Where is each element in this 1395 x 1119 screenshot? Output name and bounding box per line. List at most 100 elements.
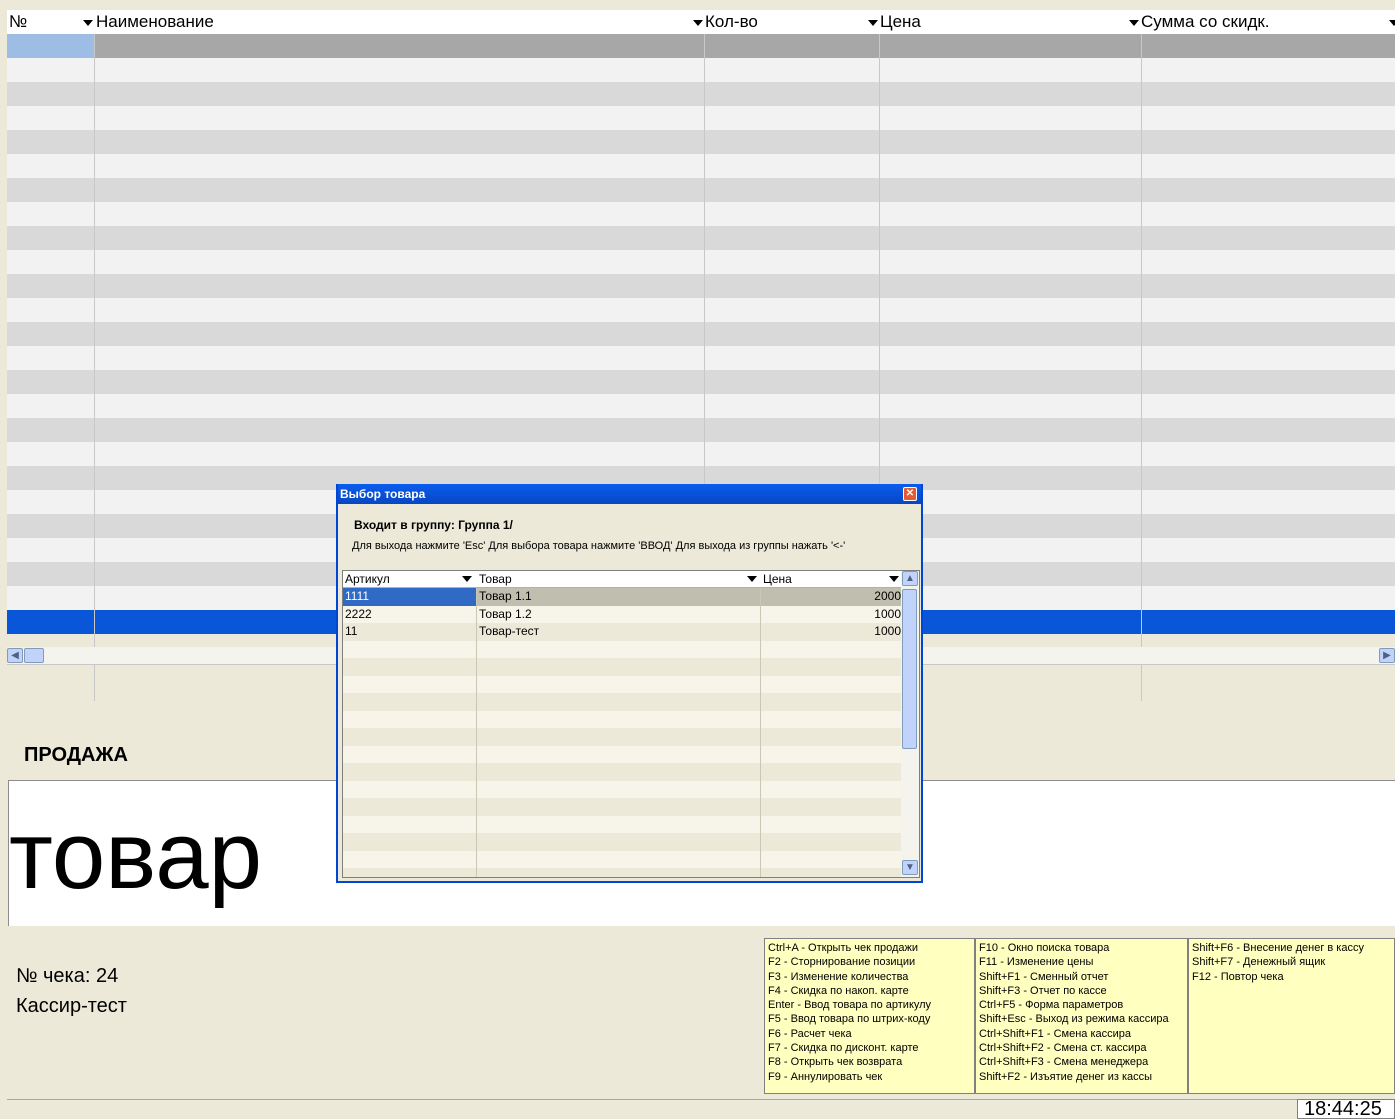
product-row[interactable] bbox=[343, 693, 903, 711]
col-divider bbox=[94, 665, 95, 701]
table-row[interactable] bbox=[7, 274, 1395, 298]
product-row[interactable]: 2222 Товар 1.2 1000 bbox=[343, 605, 903, 623]
scroll-left-icon[interactable]: ◀ bbox=[7, 648, 23, 663]
hotkey-item: Shift+F3 - Отчет по кассе bbox=[979, 984, 1107, 997]
col-sum-filter-icon[interactable] bbox=[1389, 20, 1395, 26]
hotkey-item: Ctrl+F5 - Форма параметров bbox=[979, 999, 1124, 1012]
product-row[interactable] bbox=[343, 658, 903, 676]
table-row[interactable] bbox=[7, 202, 1395, 226]
product-row[interactable] bbox=[343, 728, 903, 746]
table-row[interactable] bbox=[7, 82, 1395, 106]
cashier-name: Кассир-тест bbox=[16, 995, 127, 1017]
product-row[interactable] bbox=[343, 763, 903, 781]
scroll-thumb[interactable] bbox=[902, 589, 917, 749]
col-divider bbox=[760, 571, 761, 877]
product-row[interactable] bbox=[343, 868, 903, 877]
scroll-thumb[interactable] bbox=[24, 648, 44, 663]
table-row[interactable] bbox=[7, 58, 1395, 82]
col-header-price[interactable]: Цена bbox=[761, 571, 903, 587]
dialog-title-bar[interactable]: Выбор товара ✕ bbox=[338, 484, 921, 504]
product-row[interactable] bbox=[343, 833, 903, 851]
cell-article bbox=[343, 746, 477, 764]
table-row[interactable] bbox=[7, 106, 1395, 130]
hotkey-item: F3 - Изменение количества bbox=[768, 970, 909, 983]
product-row[interactable] bbox=[343, 798, 903, 816]
cell-article bbox=[343, 693, 477, 711]
cashier-app: № Наименование Кол-во Цена Сумма со скид… bbox=[0, 0, 1395, 1119]
table-row[interactable] bbox=[7, 130, 1395, 154]
scroll-up-icon[interactable]: ▲ bbox=[902, 571, 918, 586]
col-header-article[interactable]: Артикул bbox=[343, 571, 477, 587]
hotkey-item: F4 - Скидка по накоп. карте bbox=[768, 984, 909, 997]
cell-name bbox=[477, 798, 761, 816]
cell-name bbox=[477, 851, 761, 869]
table-row[interactable] bbox=[7, 250, 1395, 274]
cell-price bbox=[761, 851, 903, 869]
vertical-scrollbar[interactable]: ▲ ▼ bbox=[901, 571, 919, 877]
hotkey-item: Ctrl+Shift+F3 - Смена менеджера bbox=[979, 1056, 1149, 1069]
table-row[interactable] bbox=[7, 34, 1395, 58]
hotkey-item: F12 - Повтор чека bbox=[1192, 970, 1284, 983]
cell-price bbox=[761, 798, 903, 816]
col-product-sort-icon[interactable] bbox=[747, 576, 757, 582]
col-qty-label: Кол-во bbox=[705, 12, 758, 31]
col-price-filter-icon[interactable] bbox=[1129, 20, 1139, 26]
hotkey-item: Shift+Esc - Выход из режима кассира bbox=[979, 1013, 1169, 1026]
hotkey-item: Enter - Ввод товара по артикулу bbox=[768, 999, 932, 1012]
close-icon[interactable]: ✕ bbox=[903, 487, 917, 501]
cell-price bbox=[761, 868, 903, 877]
product-row[interactable] bbox=[343, 675, 903, 694]
table-row[interactable] bbox=[7, 178, 1395, 202]
col-article-sort-icon[interactable] bbox=[462, 576, 472, 582]
product-row[interactable]: 1111 Товар 1.1 2000 bbox=[343, 588, 903, 606]
col-header-sum[interactable]: Сумма со скидк. bbox=[1141, 10, 1270, 34]
product-row[interactable] bbox=[343, 815, 903, 834]
col-divider bbox=[1141, 665, 1142, 701]
table-row[interactable] bbox=[7, 418, 1395, 442]
table-row[interactable] bbox=[7, 154, 1395, 178]
col-number-filter-icon[interactable] bbox=[83, 20, 93, 26]
cell-price bbox=[761, 833, 903, 851]
product-table[interactable]: 1111 Товар 1.1 2000 2222 Товар 1.2 1000 11 Това… bbox=[342, 570, 920, 878]
cell-name bbox=[477, 693, 761, 711]
row-focus-cell[interactable] bbox=[7, 34, 94, 58]
table-row[interactable] bbox=[7, 226, 1395, 250]
dialog-title: Выбор товара bbox=[340, 487, 426, 501]
product-row[interactable] bbox=[343, 850, 903, 869]
col-divider bbox=[1141, 34, 1142, 647]
col-header-product[interactable]: Товар bbox=[477, 571, 761, 587]
hotkey-item: Shift+F6 - Внесение денег в кассу bbox=[1192, 942, 1364, 954]
table-row[interactable] bbox=[7, 442, 1395, 466]
col-qty-filter-icon[interactable] bbox=[868, 20, 878, 26]
hotkey-item: F9 - Аннулировать чек bbox=[768, 1070, 883, 1083]
hotkey-item: Ctrl+Shift+F2 - Смена ст. кассира bbox=[979, 1042, 1147, 1055]
cell-price: 1000 bbox=[874, 606, 901, 621]
col-header-number[interactable]: № bbox=[9, 10, 27, 34]
group-label: Входит в группу: Группа 1/ bbox=[354, 518, 513, 532]
scroll-down-icon[interactable]: ▼ bbox=[902, 860, 918, 875]
cell-price bbox=[761, 746, 903, 764]
table-row[interactable] bbox=[7, 298, 1395, 322]
cell-price bbox=[761, 816, 903, 834]
product-select-dialog[interactable]: Выбор товара ✕ Входит в группу: Группа 1… bbox=[336, 484, 923, 883]
cell-article: 1111 bbox=[343, 588, 477, 606]
table-row[interactable] bbox=[7, 370, 1395, 394]
table-row[interactable] bbox=[7, 394, 1395, 418]
product-row[interactable] bbox=[343, 710, 903, 728]
col-dprice-sort-icon[interactable] bbox=[889, 576, 899, 582]
col-header-price[interactable]: Цена bbox=[880, 10, 921, 34]
cell-price: 2000 bbox=[874, 589, 901, 603]
hotkey-item: Shift+F7 - Денежный ящик bbox=[1192, 956, 1326, 969]
table-row[interactable] bbox=[7, 322, 1395, 346]
col-header-qty[interactable]: Кол-во bbox=[705, 10, 758, 34]
col-header-name[interactable]: Наименование bbox=[96, 10, 214, 34]
product-row[interactable] bbox=[343, 745, 903, 764]
cell-price bbox=[761, 676, 903, 694]
table-row[interactable] bbox=[7, 346, 1395, 370]
col-name-filter-icon[interactable] bbox=[693, 20, 703, 26]
scroll-right-icon[interactable]: ▶ bbox=[1379, 648, 1395, 663]
product-row[interactable] bbox=[343, 780, 903, 798]
product-row[interactable]: 11 Товар-тест 1000 bbox=[343, 623, 903, 641]
product-row[interactable] bbox=[343, 640, 903, 658]
cell-name bbox=[477, 728, 761, 746]
